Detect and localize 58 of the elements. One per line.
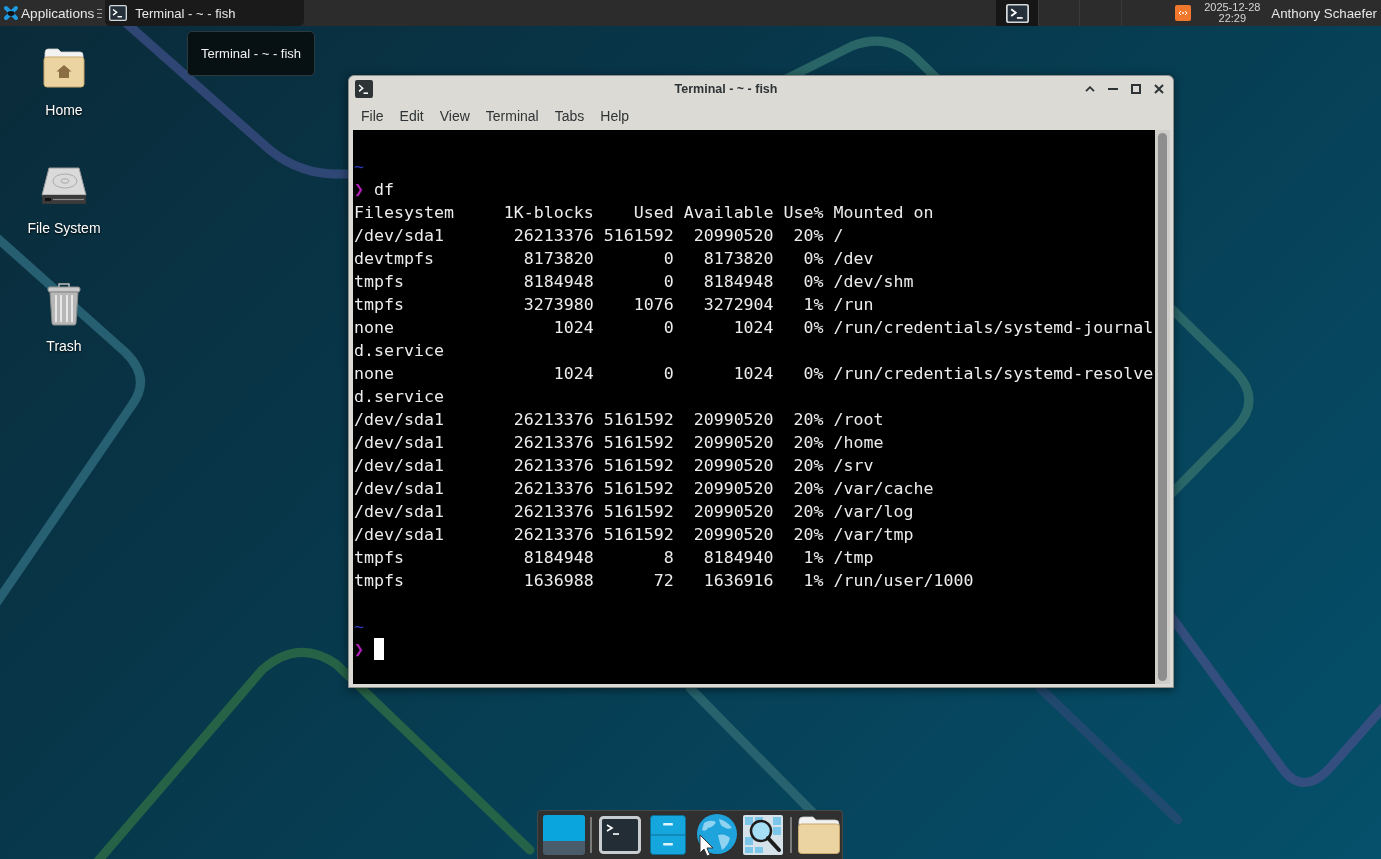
terminal-output-line: /dev/sda1 26213376 5161592 20990520 20% /var/cache <box>354 478 934 500</box>
file-cabinet-icon <box>650 815 686 855</box>
workspace-button[interactable] <box>996 0 1038 26</box>
desktop-shortcut[interactable]: Trash <box>14 280 114 355</box>
menu-item[interactable]: File <box>353 102 392 129</box>
terminal-output-line: tmpfs 8184948 8 8184940 1% /tmp <box>354 547 874 569</box>
terminal-output-line: /dev/sda1 26213376 5161592 20990520 20% /var/log <box>354 501 914 523</box>
trash-can-icon <box>47 282 81 326</box>
terminal-output-line: tmpfs 8184948 0 8184948 0% /dev/shm <box>354 271 914 293</box>
home-folder-icon <box>43 48 85 88</box>
menu-item[interactable]: Terminal <box>477 102 547 129</box>
maximize-icon <box>1131 84 1141 94</box>
tooltip: Terminal - ~ - fish <box>187 31 316 76</box>
prompt-path: ~ <box>354 616 364 638</box>
terminal-output-line: tmpfs 1636988 72 1636916 1% /run/user/1000 <box>354 570 974 592</box>
terminal-output-line: /dev/sda1 26213376 5161592 20990520 20% /var/tmp <box>354 524 914 546</box>
folder-icon <box>798 816 840 854</box>
terminal-icon <box>1005 3 1029 23</box>
screen-icon <box>543 815 585 855</box>
terminal-output-line: d.service <box>354 340 444 362</box>
menu-item[interactable]: Tabs <box>546 102 593 129</box>
terminal-output-line: none 1024 0 1024 0% /run/credentials/systemd-journal <box>354 317 1154 339</box>
time-text: 22:29 <box>1218 13 1247 25</box>
terminal-output-line: d.service <box>354 386 444 408</box>
terminal-output-line: devtmpfs 8173820 0 8173820 0% /dev <box>354 248 874 270</box>
terminal-output-line: /dev/sda1 26213376 5161592 20990520 20% /root <box>354 409 884 431</box>
desktop-shortcut[interactable]: File System <box>14 162 114 237</box>
prompt-symbol: ❯ <box>354 639 364 661</box>
terminal-output-line: /dev/sda1 26213376 5161592 20990520 20% /home <box>354 432 884 454</box>
terminal-output-line: Filesystem 1K-blocks Used Available Use% Mounted on <box>354 202 934 224</box>
desktop-shortcut[interactable]: Home <box>14 44 114 119</box>
terminal-icon <box>109 5 128 21</box>
brackets-icon[interactable] <box>1175 5 1192 21</box>
taskbar-button[interactable]: Terminal - ~ - fish <box>105 0 305 26</box>
prompt-path: ~ <box>354 156 364 178</box>
terminal-output-line: none 1024 0 1024 0% /run/credentials/systemd-resolve <box>354 363 1154 385</box>
launcher-button[interactable] <box>740 812 786 858</box>
menu-item[interactable]: View <box>431 102 478 129</box>
command-text: df <box>374 179 394 201</box>
close-icon <box>1154 84 1164 94</box>
grip-icon[interactable] <box>97 8 103 18</box>
window-title: Terminal - ~ - fish <box>673 82 779 96</box>
hard-drive-icon <box>41 167 87 205</box>
date-text: 2025-12-28 <box>1204 1 1261 13</box>
menu-item[interactable]: Help <box>592 102 638 129</box>
chevron-up-icon <box>1085 86 1095 92</box>
applications-menu-button[interactable]: Applications <box>0 0 95 26</box>
terminal-output-line: /dev/sda1 26213376 5161592 20990520 20% / <box>354 225 844 247</box>
search-icon <box>743 815 783 855</box>
prompt-symbol: ❯ <box>354 179 364 201</box>
user-name[interactable]: Anthony Schaefer <box>1271 5 1381 21</box>
cross-logo-icon <box>3 5 19 21</box>
terminal-output-line: /dev/sda1 26213376 5161592 20990520 20% /srv <box>354 455 874 477</box>
minimize-icon <box>1108 88 1118 90</box>
terminal-output-line: tmpfs 3273980 1076 3272904 1% /run <box>354 294 874 316</box>
terminal-icon <box>599 816 641 854</box>
terminal-icon <box>355 80 373 98</box>
menu-item[interactable]: Edit <box>391 102 432 129</box>
